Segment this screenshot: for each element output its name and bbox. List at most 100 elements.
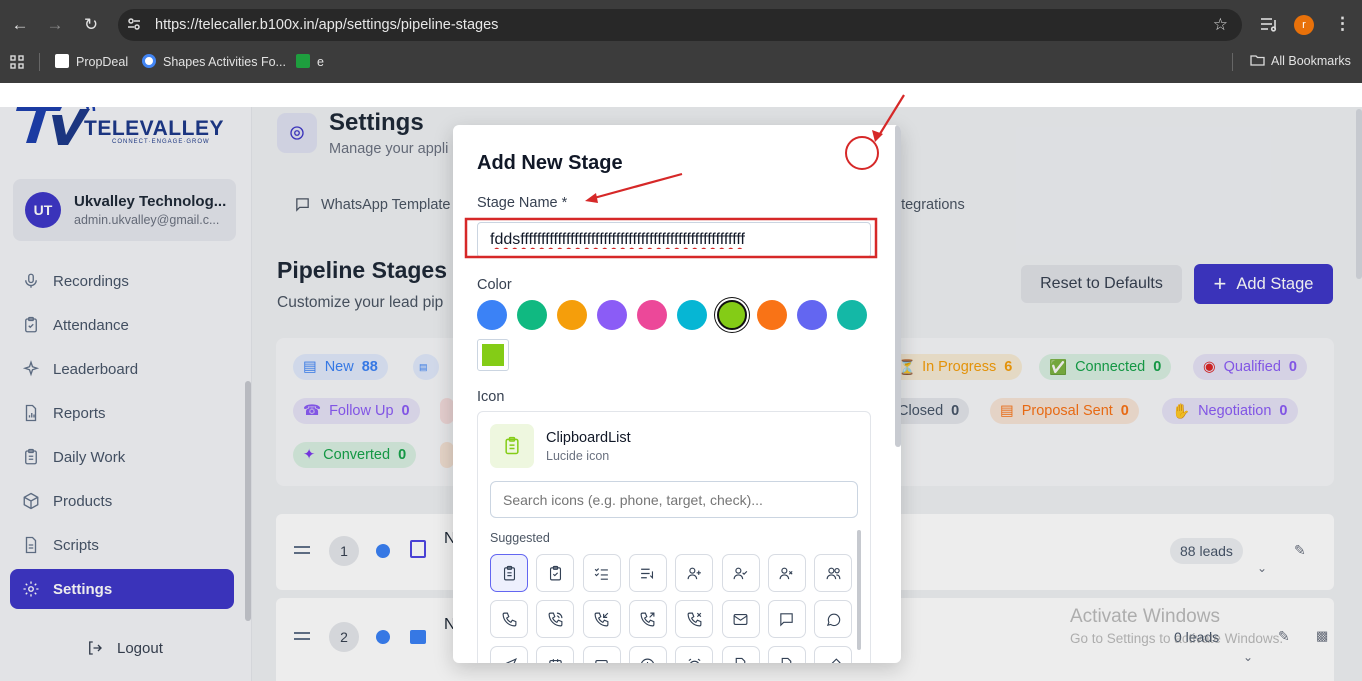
bookmark-label: PropDeal	[76, 55, 129, 69]
icon-option[interactable]	[721, 600, 760, 638]
bookmark-divider	[1232, 53, 1233, 71]
propdeal-favicon-icon	[55, 54, 69, 68]
bookmark-label: Shapes Activities Fo...	[163, 55, 286, 69]
bookmark-shapes[interactable]: Shapes Activities Fo...	[142, 54, 286, 69]
user-plus-icon	[687, 567, 701, 579]
custom-color-picker[interactable]	[477, 339, 509, 371]
message-circle-icon	[826, 613, 840, 626]
icon-option[interactable]	[721, 554, 760, 592]
icon-option[interactable]	[582, 646, 621, 663]
icon-picker-panel: ClipboardList Lucide icon Suggested	[477, 411, 871, 663]
user-x-icon	[779, 567, 793, 579]
stage-name-label: Stage Name *	[477, 195, 568, 211]
list-checks-icon	[594, 567, 608, 580]
color-swatch[interactable]	[677, 300, 707, 330]
clipboard-check-icon	[549, 565, 561, 580]
icon-option[interactable]	[536, 554, 575, 592]
star-icon[interactable]: ☆	[1213, 15, 1228, 35]
send-icon	[504, 657, 517, 663]
page-scrollbar[interactable]	[1356, 109, 1362, 279]
apps-grid-icon[interactable]	[10, 55, 24, 74]
users-icon	[826, 567, 841, 579]
icon-option[interactable]	[767, 646, 806, 663]
bookmarks-bar: PropDeal Shapes Activities Fo... e All B…	[0, 50, 1362, 74]
clock-icon	[641, 658, 655, 663]
color-swatch[interactable]	[557, 300, 587, 330]
icon-option[interactable]	[628, 600, 667, 638]
activate-windows-subtitle: Go to Settings to activate Windows.	[1070, 631, 1284, 646]
modal-scrollbar[interactable]	[895, 125, 901, 447]
back-icon[interactable]: ←	[9, 14, 31, 36]
pen-icon	[830, 657, 841, 663]
all-bookmarks[interactable]: All Bookmarks	[1250, 54, 1351, 68]
mail-icon	[733, 613, 748, 625]
icon-option[interactable]	[721, 646, 760, 663]
activate-windows-title: Activate Windows	[1070, 606, 1220, 627]
icon-option[interactable]	[814, 554, 853, 592]
color-swatch[interactable]	[717, 300, 747, 330]
clipboard-list-icon	[503, 565, 515, 580]
phone-incoming-icon	[594, 612, 609, 626]
icon-option[interactable]	[767, 554, 806, 592]
site-info-icon[interactable]	[127, 17, 141, 34]
icon-option[interactable]	[814, 600, 853, 638]
icon-option[interactable]	[814, 646, 853, 663]
icon-option[interactable]	[490, 600, 528, 638]
url-text: https://telecaller.b100x.in/app/settings…	[155, 17, 499, 33]
folder-icon	[1250, 55, 1265, 66]
address-bar[interactable]: https://telecaller.b100x.in/app/settings…	[118, 9, 1242, 41]
stage-name-value: fddsffffffffffffffffffffffffffffffffffff…	[490, 231, 745, 248]
phone-outgoing-icon	[640, 612, 655, 626]
icon-search-input[interactable]	[490, 481, 858, 518]
modal-title: Add New Stage	[477, 152, 623, 174]
icon-option[interactable]	[490, 554, 528, 592]
phone-call-icon	[548, 612, 563, 626]
icon-option[interactable]	[536, 646, 575, 663]
bookmark-propdeal[interactable]: PropDeal	[55, 54, 128, 69]
icon-option[interactable]	[628, 646, 667, 663]
icon-grid-scrollbar[interactable]	[857, 530, 861, 650]
profile-avatar[interactable]: r	[1294, 15, 1314, 35]
add-stage-modal: Add New Stage Stage Name * fddsfffffffff…	[453, 125, 901, 663]
color-swatch[interactable]	[637, 300, 667, 330]
color-swatch[interactable]	[757, 300, 787, 330]
green-favicon-icon	[296, 54, 310, 68]
message-square-icon	[780, 612, 794, 627]
selected-icon-preview	[490, 424, 534, 468]
color-swatch[interactable]	[797, 300, 827, 330]
phone-missed-icon	[687, 612, 702, 626]
icon-option[interactable]	[675, 646, 714, 663]
list-end-icon	[641, 568, 654, 579]
icon-option[interactable]	[675, 600, 714, 638]
selected-icon-name: ClipboardList	[546, 430, 631, 446]
color-swatch[interactable]	[837, 300, 867, 330]
menu-icon[interactable]: ⋮	[1334, 14, 1351, 34]
stage-name-field[interactable]: fddsffffffffffffffffffffffffffffffffffff…	[477, 222, 871, 258]
alarm-clock-icon	[688, 658, 701, 663]
bookmark-e[interactable]: e	[296, 54, 324, 69]
color-swatch[interactable]	[477, 300, 507, 330]
icon-option[interactable]	[582, 600, 621, 638]
icon-option[interactable]	[582, 554, 621, 592]
icon-label: Icon	[477, 389, 505, 405]
icon-option[interactable]	[628, 554, 667, 592]
icon-option[interactable]	[536, 600, 575, 638]
phone-icon	[502, 612, 516, 626]
icon-option[interactable]	[490, 646, 528, 663]
google-favicon-icon	[142, 54, 156, 68]
icon-option[interactable]	[767, 600, 806, 638]
selected-icon-sub: Lucide icon	[546, 449, 610, 463]
top-strip	[0, 83, 1362, 107]
color-swatch[interactable]	[517, 300, 547, 330]
icon-option[interactable]	[675, 554, 714, 592]
media-control-icon[interactable]	[1260, 16, 1278, 32]
bookmark-divider	[39, 53, 40, 71]
suggested-label: Suggested	[490, 531, 550, 545]
color-swatch[interactable]	[597, 300, 627, 330]
forward-icon[interactable]: →	[44, 14, 66, 36]
calendar-icon	[549, 658, 562, 663]
file-check-icon	[735, 657, 746, 663]
clipboard-list-icon	[505, 436, 519, 455]
reload-icon[interactable]: ↻	[80, 14, 102, 36]
all-bookmarks-label: All Bookmarks	[1271, 54, 1351, 68]
